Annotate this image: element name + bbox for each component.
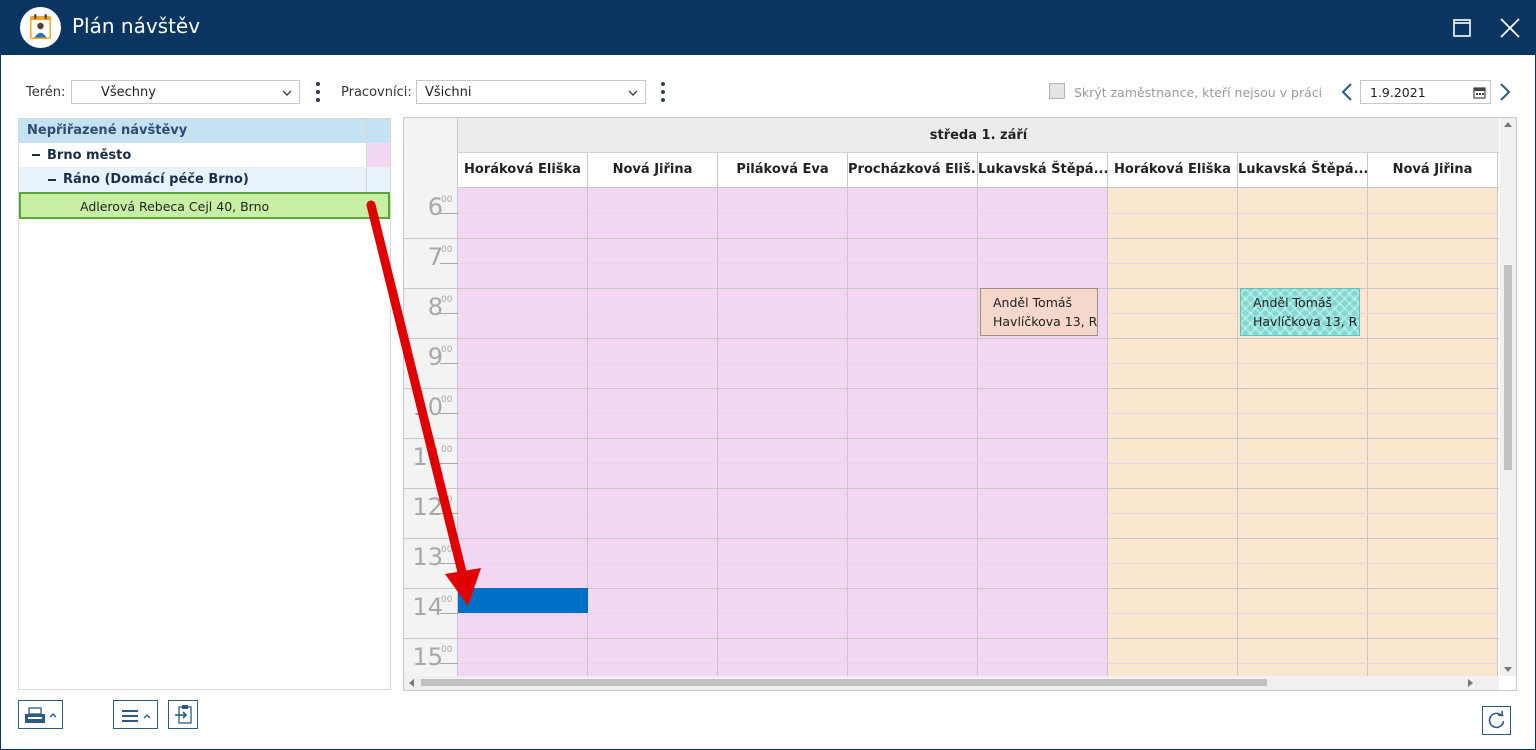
refresh-button[interactable] (1482, 706, 1511, 735)
time-column: 6 00 7 00 8 00 9 00 10 00 11 00 12 00 13 00 14 00… (404, 118, 458, 678)
pracovnici-select[interactable]: Všichni (416, 80, 646, 104)
scroll-down-icon[interactable] (1504, 667, 1512, 672)
hour-label: 14 00 (404, 588, 458, 638)
pracovnici-more-icon[interactable] (660, 82, 666, 102)
drop-target-slot[interactable] (458, 588, 588, 613)
scroll-right-icon[interactable] (1468, 679, 1473, 687)
group-side (366, 168, 390, 192)
collapse-icon[interactable] (32, 154, 40, 156)
schedule-grid[interactable]: Anděl Tomáš Havlíčkova 13, R Anděl Tomáš… (458, 188, 1499, 678)
close-icon[interactable] (1495, 13, 1525, 43)
chevron-left-icon[interactable] (1339, 82, 1355, 102)
visit-event-name: Anděl Tomáš (993, 295, 1073, 310)
date-input[interactable]: 1.9.2021 (1360, 80, 1491, 104)
hide-absent-checkbox[interactable] (1049, 83, 1065, 99)
tree-header-side (366, 119, 390, 143)
hour-label: 12 00 (404, 488, 458, 538)
hamburger-menu-icon (122, 710, 151, 722)
tree-group-brno-label: Brno město (47, 148, 132, 163)
refresh-icon (1488, 710, 1505, 729)
tree-group-brno[interactable]: Brno město (19, 143, 390, 168)
scroll-left-icon[interactable] (409, 679, 414, 687)
vertical-scrollbar[interactable] (1500, 118, 1516, 676)
calendar-panel: 6 00 7 00 8 00 9 00 10 00 11 00 12 00 13 00 14 00… (403, 117, 1517, 691)
chevron-down-icon (627, 87, 639, 99)
day-title: středa 1. září (929, 128, 1028, 143)
maximize-icon[interactable] (1447, 13, 1477, 43)
window-title: Plán návštěv (72, 14, 201, 38)
tree-header: Nepřiřazené návštěvy (19, 119, 390, 143)
staff-column-header[interactable]: Horáková Eliška (458, 153, 588, 188)
menu-button[interactable] (113, 700, 158, 729)
chevron-down-icon (281, 87, 293, 99)
hour-label: 7 00 (404, 238, 458, 288)
schedule-column[interactable] (848, 188, 978, 678)
tree-group-rano-label: Ráno (Domácí péče Brno) (63, 172, 249, 187)
schedule-column[interactable] (1238, 188, 1368, 678)
print-button[interactable] (18, 700, 63, 729)
schedule-column[interactable] (588, 188, 718, 678)
visit-event-address: Havlíčkova 13, R (1253, 314, 1358, 329)
chevron-right-icon[interactable] (1497, 82, 1513, 102)
day-header: středa 1. září (458, 118, 1499, 153)
tree-item-visit-label: Adlerová Rebeca Cejl 40, Brno (80, 199, 270, 214)
pracovnici-label: Pracovníci: (341, 85, 412, 100)
visit-event[interactable]: Anděl Tomáš Havlíčkova 13, R (1240, 288, 1360, 336)
hour-label: 9 00 (404, 338, 458, 388)
unassigned-visits-tree: Nepřiřazené návštěvy Brno město Ráno (Do… (18, 118, 391, 690)
schedule-column[interactable] (1108, 188, 1238, 678)
hour-label: 6 00 (404, 188, 458, 238)
tree-group-rano[interactable]: Ráno (Domácí péče Brno) (19, 168, 390, 192)
pracovnici-select-value: Všichni (425, 85, 472, 100)
group-color-swatch (366, 143, 390, 167)
staff-column-header[interactable]: Lukavská Štěpá... (978, 153, 1108, 188)
printer-icon (25, 707, 57, 723)
staff-column-header[interactable]: Nová Jiřina (588, 153, 718, 188)
scroll-up-icon[interactable] (1504, 122, 1512, 127)
title-bar: Plán návštěv (0, 0, 1536, 55)
hour-label: 11 00 (404, 438, 458, 488)
visit-event-name: Anděl Tomáš (1253, 295, 1333, 310)
tree-item-visit[interactable]: Adlerová Rebeca Cejl 40, Brno (19, 192, 390, 219)
teren-more-icon[interactable] (315, 82, 321, 102)
date-input-value: 1.9.2021 (1370, 85, 1426, 100)
calendar-person-icon (20, 7, 61, 48)
hour-label: 10 00 (404, 388, 458, 438)
tree-header-label: Nepřiřazené návštěvy (27, 123, 188, 138)
staff-header-row: Horáková Eliška Nová Jiřina Piláková Eva… (458, 153, 1499, 188)
schedule-column[interactable] (1368, 188, 1498, 678)
collapse-icon[interactable] (48, 179, 56, 181)
calendar-icon[interactable] (1473, 86, 1486, 99)
staff-column-header[interactable]: Procházková Eliš... (848, 153, 978, 188)
visit-event-address: Havlíčkova 13, R (993, 314, 1098, 329)
staff-column-header[interactable]: Piláková Eva (718, 153, 848, 188)
export-button[interactable] (168, 700, 198, 729)
hour-label: 13 00 (404, 538, 458, 588)
horizontal-scrollbar[interactable] (404, 676, 1499, 690)
schedule-column[interactable] (978, 188, 1108, 678)
hour-label: 8 00 (404, 288, 458, 338)
hour-label: 15 00 (404, 638, 458, 678)
schedule-column[interactable] (718, 188, 848, 678)
teren-label: Terén: (26, 85, 66, 100)
staff-column-header[interactable]: Horáková Eliška (1108, 153, 1238, 188)
staff-column-header[interactable]: Nová Jiřina (1368, 153, 1498, 188)
staff-column-header[interactable]: Lukavská Štěpá... (1238, 153, 1368, 188)
teren-select-value: Všechny (101, 85, 156, 100)
export-clipboard-icon (175, 705, 192, 724)
visit-event[interactable]: Anděl Tomáš Havlíčkova 13, R (980, 288, 1098, 336)
hide-absent-label: Skrýt zaměstnance, kteří nejsou v práci (1074, 85, 1323, 100)
horizontal-scroll-thumb[interactable] (421, 679, 1267, 686)
teren-select[interactable]: Všechny (71, 80, 300, 104)
vertical-scroll-thumb[interactable] (1504, 265, 1512, 470)
